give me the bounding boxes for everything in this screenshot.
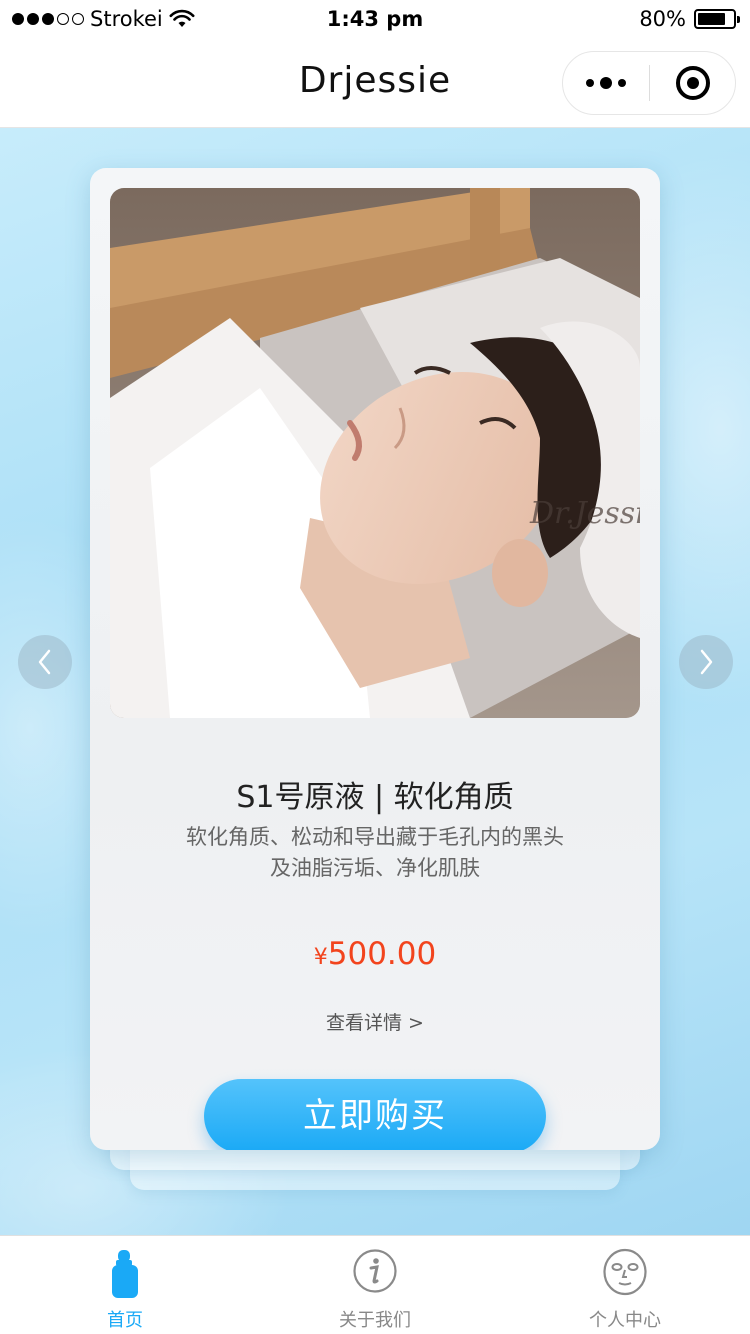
bottle-icon	[112, 1250, 138, 1298]
currency-symbol: ¥	[313, 945, 328, 970]
product-price: ¥500.00	[90, 936, 660, 972]
facial-treatment-image: Dr.Jessie	[110, 188, 640, 718]
face-mask-icon	[603, 1248, 647, 1296]
buy-now-button[interactable]: 立即购买	[204, 1079, 546, 1150]
watermark-logo: Dr.Jessie	[529, 496, 640, 531]
more-menu-button[interactable]	[563, 52, 649, 114]
tab-bar: 首页 关于我们 个人中心	[0, 1235, 750, 1334]
product-photo: Dr.Jessie	[110, 188, 640, 718]
main-content: Dr.Jessie S1号原液 | 软化角质 软化角质、松动和导出藏于毛孔内的黑…	[0, 128, 750, 1235]
product-card[interactable]: Dr.Jessie S1号原液 | 软化角质 软化角质、松动和导出藏于毛孔内的黑…	[90, 168, 660, 1150]
miniprogram-capsule	[562, 51, 736, 115]
product-description: 软化角质、松动和导出藏于毛孔内的黑头 及油脂污垢、净化肌肤	[150, 822, 600, 884]
carousel-next-button[interactable]	[679, 635, 733, 689]
tab-home-label: 首页	[107, 1310, 143, 1331]
product-title: S1号原液 | 软化角质	[236, 780, 514, 815]
target-icon	[675, 66, 710, 100]
view-details-link[interactable]: 查看详情 >	[90, 1008, 660, 1035]
info-icon	[353, 1249, 397, 1293]
carousel-prev-button[interactable]	[18, 635, 72, 689]
tab-home[interactable]: 首页	[0, 1236, 250, 1334]
battery-percent: 80%	[639, 7, 686, 31]
tab-profile[interactable]: 个人中心	[500, 1236, 750, 1334]
product-description-line2: 及油脂污垢、净化肌肤	[270, 856, 480, 880]
chevron-right-icon	[700, 649, 713, 675]
tab-about-label: 关于我们	[339, 1310, 411, 1331]
status-right: 80%	[639, 7, 740, 31]
chevron-left-icon	[38, 649, 51, 675]
status-time: 1:43 pm	[326, 7, 424, 31]
tab-about[interactable]: 关于我们	[250, 1236, 500, 1334]
tab-profile-label: 个人中心	[589, 1310, 661, 1331]
price-value: 500.00	[327, 936, 437, 972]
navigation-bar: Drjessie	[0, 40, 750, 128]
battery-icon	[694, 9, 740, 29]
status-bar: Strokei 1:43 pm 80%	[0, 0, 750, 40]
close-miniprogram-button[interactable]	[650, 52, 735, 114]
product-description-line1: 软化角质、松动和导出藏于毛孔内的黑头	[186, 825, 564, 849]
